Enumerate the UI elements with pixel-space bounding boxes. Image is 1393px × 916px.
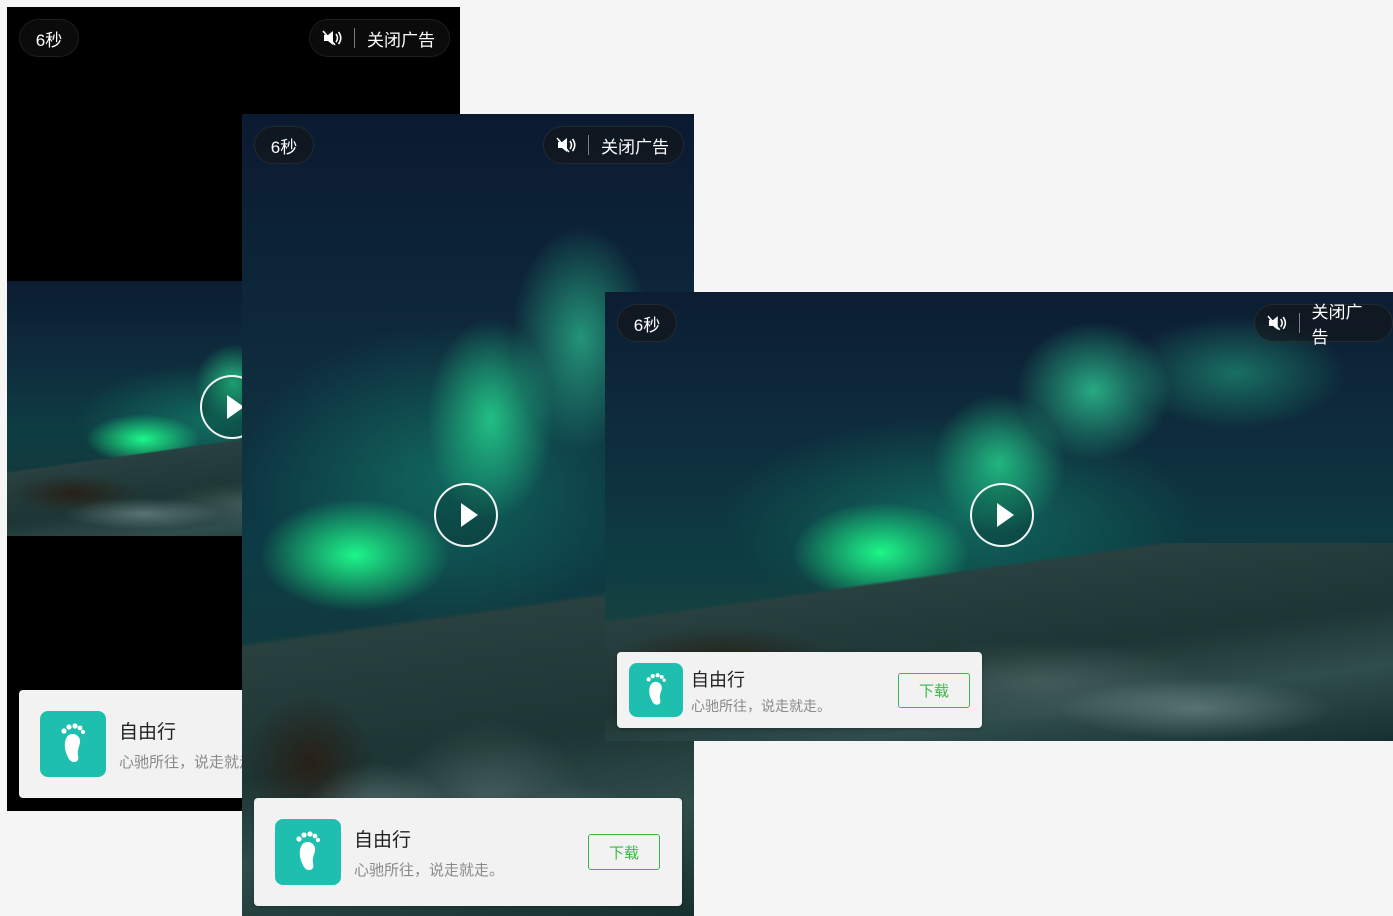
countdown-text: 6秒 [633,315,661,335]
play-icon [461,503,478,527]
app-icon [629,663,683,717]
ad-controls: 关闭广告 [543,126,684,164]
mute-icon[interactable] [1267,314,1289,332]
app-name: 自由行 [691,670,745,690]
ad-frame-landscape: 6秒 关闭广告 自由行 心驰所往，说走就走。 下载 [605,292,1393,741]
play-button[interactable] [970,483,1034,547]
countdown-text: 6秒 [35,30,63,50]
ad-controls: 关闭广告 [309,19,450,57]
divider [588,135,589,155]
app-name: 自由行 [354,830,412,851]
play-button[interactable] [434,483,498,547]
app-promo-card[interactable]: 自由行 心驰所往，说走就走。 下载 [617,652,982,728]
ad-controls: 关闭广告 [1254,303,1393,347]
mute-icon[interactable] [322,29,344,47]
app-description: 心驰所往，说走就走。 [354,862,505,879]
play-icon [997,503,1014,527]
close-ad-button[interactable]: 关闭广告 [1312,298,1379,348]
download-button[interactable]: 下载 [588,834,660,870]
app-promo-card[interactable]: 自由行 心驰所往，说走就走。 下载 [254,798,682,906]
mute-icon[interactable] [556,136,578,154]
download-button[interactable]: 下载 [898,673,970,708]
app-description: 心驰所往，说走就走。 [691,698,831,714]
countdown-badge: 6秒 [617,304,677,342]
app-name: 自由行 [119,722,177,743]
footprint-icon [646,673,666,705]
divider [1298,313,1300,333]
footprint-icon [61,723,86,762]
countdown-badge: 6秒 [254,126,314,164]
close-ad-button[interactable]: 关闭广告 [367,26,435,51]
app-icon [275,819,341,885]
ad-variants-stage: 6秒 关闭广告 自由行 心驰所往，说走就走。 6秒 关闭广告 自由行 心驰所往，… [0,0,1393,916]
footprint-icon [296,831,321,870]
app-icon [40,711,106,777]
countdown-text: 6秒 [270,137,298,157]
divider [354,28,355,48]
countdown-badge: 6秒 [19,19,79,57]
close-ad-button[interactable]: 关闭广告 [601,133,669,158]
